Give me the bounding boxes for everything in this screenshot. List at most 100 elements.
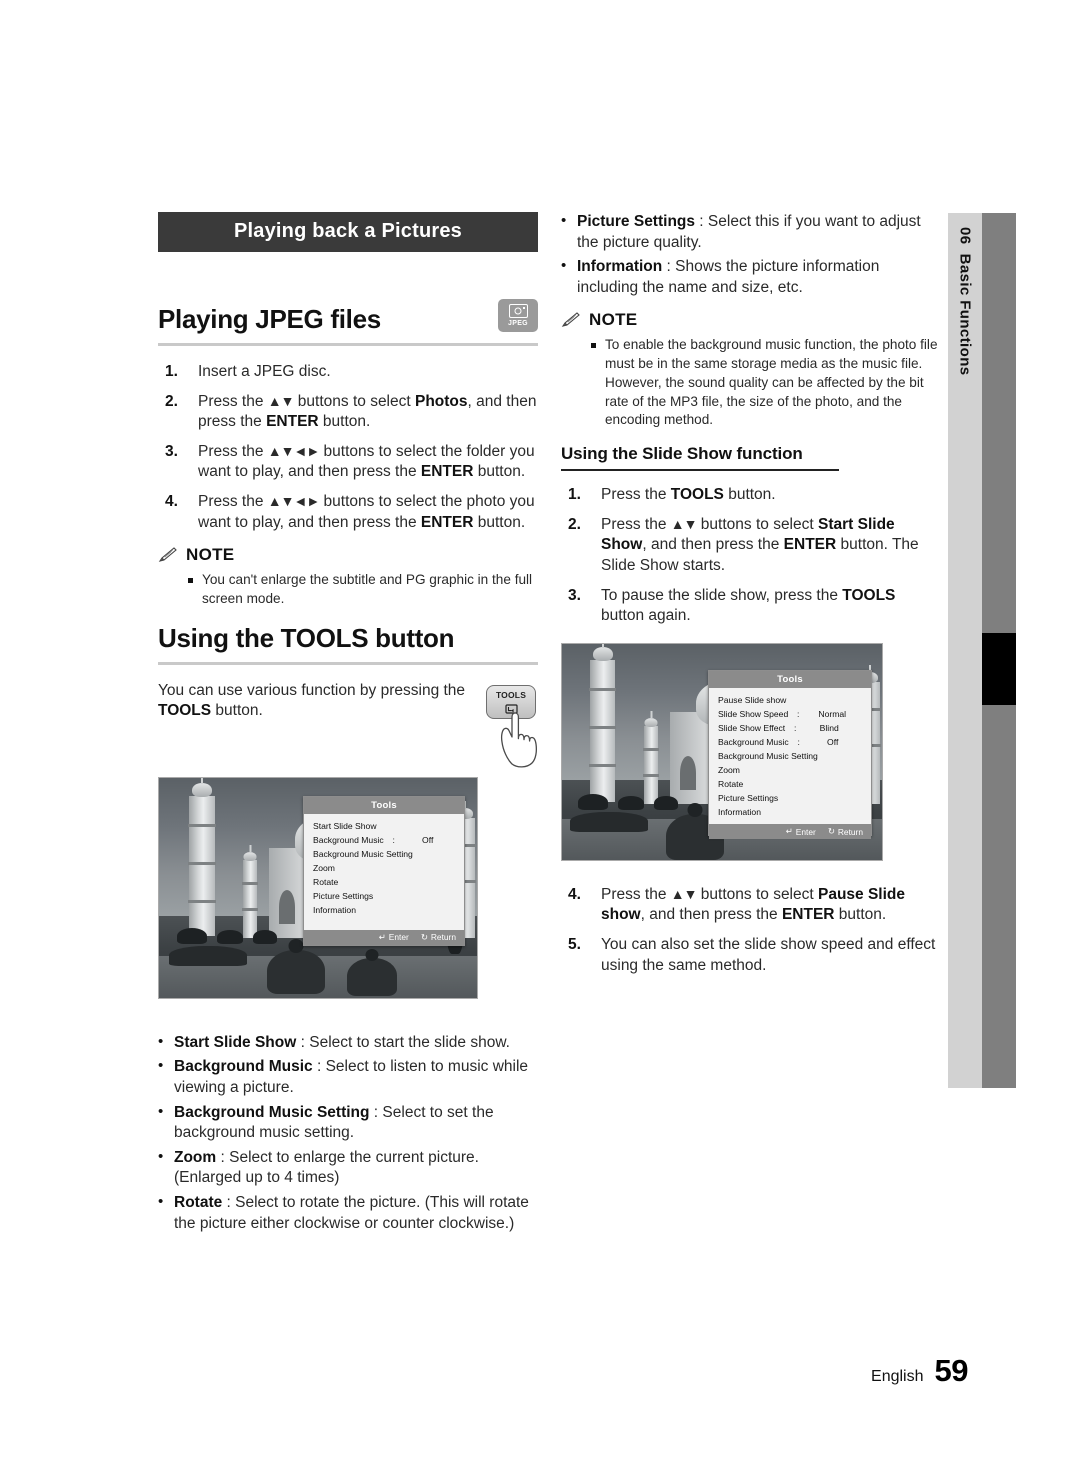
osd-title: Tools <box>304 796 464 814</box>
note-header: NOTE <box>158 545 538 565</box>
photo-bush-a <box>177 927 207 944</box>
step-item: 2. Press the ▲▼ buttons to select Photos,… <box>158 392 538 433</box>
page-footer: English 59 <box>871 1353 968 1389</box>
step-item: 1. Insert a JPEG disc. <box>158 362 538 383</box>
osd-tools-menu-1[interactable]: Tools Start Slide Show Background Music: O… <box>303 795 465 946</box>
tv-screenshot-tools-menu: Tools Start Slide Show Background Music: O… <box>158 776 478 999</box>
osd-menu-item[interactable]: Rotate <box>709 777 871 791</box>
photo-minaret-dome <box>192 782 212 797</box>
photo-bush-c <box>654 795 678 810</box>
osd-item-label: Zoom <box>313 863 335 874</box>
chapter-title: Basic Functions <box>956 253 974 376</box>
note-item: To enable the background music function,… <box>591 336 941 430</box>
osd-item-colon: : <box>392 835 395 846</box>
step-item: 3. Press the ▲▼◄► buttons to select the f… <box>158 442 538 483</box>
jpeg-steps-list: 1. Insert a JPEG disc. 2. Press the ▲▼ butt… <box>158 362 538 533</box>
return-icon: ↻ <box>827 826 835 837</box>
step-number: 3. <box>165 442 178 460</box>
photo-person-left <box>267 938 325 994</box>
step-item: 5. You can also set the slide show speed … <box>561 935 941 976</box>
osd-item-colon: : <box>797 709 800 720</box>
note-label: NOTE <box>186 545 235 565</box>
photo-minaret-dome-small <box>644 717 658 727</box>
step-number: 2. <box>568 515 581 533</box>
step-item: 2. Press the ▲▼ buttons to select Start S… <box>561 515 941 577</box>
step-item: 4. Press the ▲▼ buttons to select Pause S… <box>561 885 941 926</box>
osd-menu-item[interactable]: Zoom <box>709 763 871 777</box>
photo-minaret-left <box>589 646 616 802</box>
photo-minaret-left <box>188 782 216 936</box>
step-number: 2. <box>165 392 178 410</box>
osd-menu-item[interactable]: Background Music: Off <box>304 834 464 848</box>
osd-menu-item[interactable]: Slide Show Effect: Blind <box>709 722 871 736</box>
osd-menu-item[interactable]: Start Slide Show <box>304 820 464 834</box>
osd-menu-item[interactable]: Rotate <box>304 875 464 889</box>
photo-minaret-mid <box>643 717 659 804</box>
step-text: Press the TOOLS button. <box>601 486 776 504</box>
tools-intro-text: You can use various function by pressing… <box>158 681 466 720</box>
osd-item-label: Background Music <box>313 835 384 846</box>
osd-item-label: Start Slide Show <box>313 821 377 832</box>
step-item: 1. Press the TOOLS button. <box>561 485 941 506</box>
step-text: Press the ▲▼◄► buttons to select the pho… <box>198 493 535 531</box>
osd-item-label: Pause Slide show <box>718 695 787 706</box>
osd-menu-item[interactable]: Background Music Setting <box>709 750 871 764</box>
osd-menu-item[interactable]: Picture Settings <box>304 889 464 903</box>
chapter-tab-marker <box>982 633 1016 705</box>
photo-bush-b <box>618 795 644 810</box>
note-header-right: NOTE <box>561 310 941 330</box>
osd-enter-label: Enter <box>795 826 816 837</box>
bullet-item: Information : Shows the picture informat… <box>561 256 941 298</box>
osd-menu-item[interactable]: Picture Settings <box>709 791 871 805</box>
osd-item-label: Slide Show Effect <box>718 723 786 734</box>
osd-menu-item[interactable]: Slide Show Speed: Normal <box>709 708 871 722</box>
chapter-number: 06 <box>956 227 974 245</box>
osd-menu-item[interactable]: Pause Slide show <box>709 694 871 708</box>
photo-minaret-dome-small <box>243 851 257 861</box>
osd-tools-menu-2[interactable]: Tools Pause Slide show Slide Show Speed: N… <box>708 669 872 840</box>
step-text: Press the ▲▼ buttons to select Photos, a… <box>198 392 537 431</box>
photo-person-head-right <box>365 948 379 961</box>
osd-menu-items: Start Slide Show Background Music: Off Back… <box>304 813 464 930</box>
osd-menu-item[interactable]: Zoom <box>304 862 464 876</box>
photo-person-head-left <box>687 802 703 817</box>
photo-hedge <box>570 811 648 832</box>
heading-rule-tools <box>158 661 538 665</box>
section-banner: Playing back a Pictures <box>158 212 538 252</box>
osd-item-value: Blind <box>819 723 839 734</box>
tools-option-bullets-right: Picture Settings : Select this if you wa… <box>561 211 941 298</box>
tools-option-bullets-left: Start Slide Show : Select to start the s… <box>158 1032 538 1234</box>
osd-menu-item[interactable]: Information <box>709 805 871 819</box>
tv-screenshot-pause-menu: Tools Pause Slide show Slide Show Speed: N… <box>561 642 883 861</box>
osd-item-label: Background Music Setting <box>718 751 818 762</box>
photo-minaret-dome <box>592 646 613 661</box>
osd-return-hint: ↻ Return <box>828 827 863 837</box>
osd-footer: ↵ Enter ↻ Return <box>304 929 464 945</box>
camera-icon <box>508 304 528 318</box>
right-column: Picture Settings : Select this if you wa… <box>561 211 941 985</box>
osd-menu-item[interactable]: Information <box>304 903 464 917</box>
step-item: 4. Press the ▲▼◄► buttons to select the p… <box>158 492 538 533</box>
osd-menu-item[interactable]: Background Music: Off <box>709 736 871 750</box>
tools-intro-row: You can use various function by pressing… <box>158 681 538 773</box>
heading-playing-jpeg-files: Playing JPEG files <box>158 304 381 334</box>
step-text: Insert a JPEG disc. <box>198 363 331 380</box>
osd-item-label: Rotate <box>313 877 339 888</box>
bullet-item: Start Slide Show : Select to start the s… <box>158 1032 538 1054</box>
footer-page-number: 59 <box>934 1353 969 1388</box>
jpeg-badge-label: JPEG <box>508 320 528 327</box>
osd-item-label: Zoom <box>718 765 740 776</box>
step-number: 4. <box>165 493 178 511</box>
step-text: You can also set the slide show speed an… <box>601 936 936 974</box>
slideshow-steps-list-part1: 1. Press the TOOLS button. 2. Press the ▲▼ … <box>561 485 941 627</box>
return-icon: ↻ <box>420 932 428 943</box>
osd-menu-item[interactable]: Background Music Setting <box>304 848 464 862</box>
photo-bush-a <box>578 793 608 810</box>
chapter-side-tab: 06 Basic Functions <box>948 213 1016 1088</box>
osd-item-label: Background Music Setting <box>313 849 413 860</box>
step-number: 5. <box>568 936 581 954</box>
photo-bush-b <box>217 929 243 944</box>
osd-item-value: Off <box>422 835 434 846</box>
photo-arch-side-a <box>680 755 696 790</box>
footer-language: English <box>871 1368 924 1385</box>
